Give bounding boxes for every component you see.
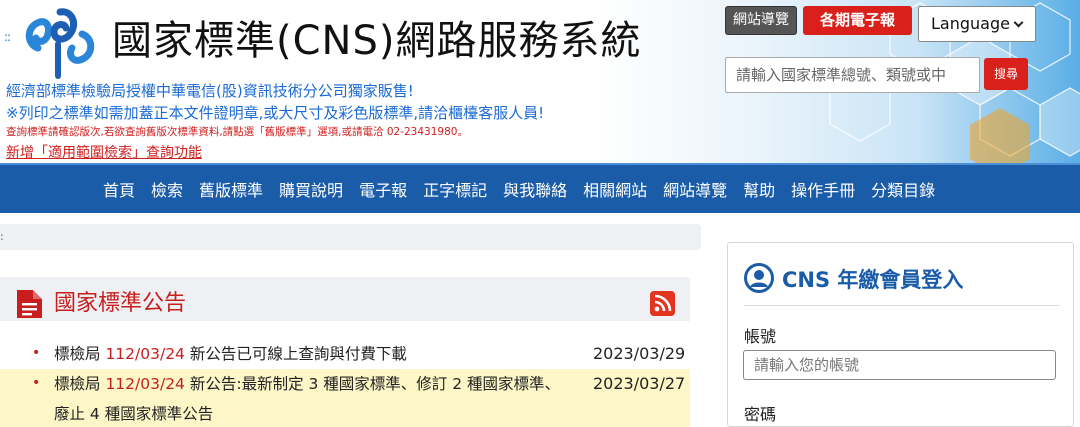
document-icon	[17, 290, 42, 318]
search-button[interactable]: 搜尋	[984, 58, 1028, 90]
announcement-header: 國家標準公告	[0, 277, 690, 321]
announcement-list: • 標檢局 112/03/24 新公告已可線上查詢與付費下載 2023/03/2…	[0, 339, 690, 427]
notice-certified-print: ※列印之標準如需加蓋正本文件證明章,或大尺寸及彩色版標準,請洽櫃檯客服人員!	[6, 104, 545, 122]
nav-category[interactable]: 分類目錄	[871, 177, 935, 201]
notice-edition-check: 查詢標準請確認版次,若欲查詢舊版次標準資料,請點選「舊版標準」選項,或請電洽 0…	[6, 126, 468, 138]
announcement-roc-date: 112/03/24	[105, 375, 185, 393]
announcement-title: 國家標準公告	[54, 291, 187, 316]
announcement-prefix: 標檢局	[54, 345, 106, 363]
nav-help[interactable]: 幫助	[743, 177, 775, 201]
announcement-link[interactable]: 標檢局 112/03/24 新公告已可線上查詢與付費下載	[54, 339, 574, 369]
rss-icon[interactable]	[650, 291, 675, 316]
site-title[interactable]: 國家標準(CNS)網路服務系統	[112, 14, 641, 68]
skip-link-marker[interactable]: ::	[4, 30, 11, 44]
account-label: 帳號	[744, 327, 777, 346]
site-header: :: 國家標準(CNS)網路服務系統 經濟部標準檢驗局授權中華電信(股)資訊技術…	[0, 0, 1080, 163]
announcement-prefix: 標檢局	[54, 375, 106, 393]
nav-search[interactable]: 檢索	[151, 177, 183, 201]
language-select[interactable]: Language	[918, 6, 1036, 42]
language-label: Language	[931, 14, 1010, 33]
login-title: CNS 年繳會員登入	[782, 268, 964, 292]
announcement-text: 新公告已可線上查詢與付費下載	[184, 345, 407, 363]
epaper-button[interactable]: 各期電子報	[803, 6, 912, 35]
list-item[interactable]: • 標檢局 112/03/24 新公告:最新制定 3 種國家標準、修訂 2 種國…	[0, 369, 690, 427]
announcement-date: 2023/03/29	[593, 344, 686, 363]
announcement-roc-date: 112/03/24	[105, 345, 185, 363]
list-item[interactable]: • 標檢局 112/03/24 新公告已可線上查詢與付費下載 2023/03/2…	[0, 339, 690, 369]
nav-site-guide[interactable]: 網站導覽	[663, 177, 727, 201]
nav-epaper[interactable]: 電子報	[359, 177, 407, 201]
site-guide-button[interactable]: 網站導覽	[725, 6, 797, 35]
bullet-icon: •	[32, 375, 41, 391]
nav-contact[interactable]: 與我聯絡	[503, 177, 567, 201]
chevron-down-icon	[1013, 17, 1024, 28]
announcement-link[interactable]: 標檢局 112/03/24 新公告:最新制定 3 種國家標準、修訂 2 種國家標…	[54, 369, 574, 427]
cns-logo-icon[interactable]	[20, 4, 100, 80]
password-label: 密碼	[744, 405, 777, 424]
account-input[interactable]	[743, 350, 1056, 380]
new-scope-search-link[interactable]: 新增「適用範圍檢索」查詢功能	[6, 142, 202, 162]
breadcrumb-marker: :	[0, 230, 4, 243]
nav-related-sites[interactable]: 相關網站	[583, 177, 647, 201]
announcement-date: 2023/03/27	[593, 374, 686, 393]
bullet-icon: •	[32, 345, 41, 361]
nav-manual[interactable]: 操作手冊	[791, 177, 855, 201]
main-nav: 首頁 檢索 舊版標準 購買說明 電子報 正字標記 與我聯絡 相關網站 網站導覽 …	[0, 163, 1080, 213]
nav-home[interactable]: 首頁	[103, 177, 135, 201]
nav-cns-mark[interactable]: 正字標記	[423, 177, 487, 201]
nav-purchase-guide[interactable]: 購買說明	[279, 177, 343, 201]
member-login-panel: CNS 年繳會員登入 帳號 密碼	[727, 242, 1074, 427]
standard-search-input[interactable]	[725, 57, 980, 93]
announcement-panel: 國家標準公告 • 標檢局 112/03/24 新公告已可線上查詢與付費下載 20…	[0, 277, 701, 427]
breadcrumb: :	[0, 224, 701, 250]
user-circle-icon	[744, 263, 774, 293]
nav-old-standards[interactable]: 舊版標準	[199, 177, 263, 201]
notice-exclusive-sale: 經濟部標準檢驗局授權中華電信(股)資訊技術分公司獨家販售!	[6, 82, 414, 100]
divider	[744, 305, 1060, 306]
